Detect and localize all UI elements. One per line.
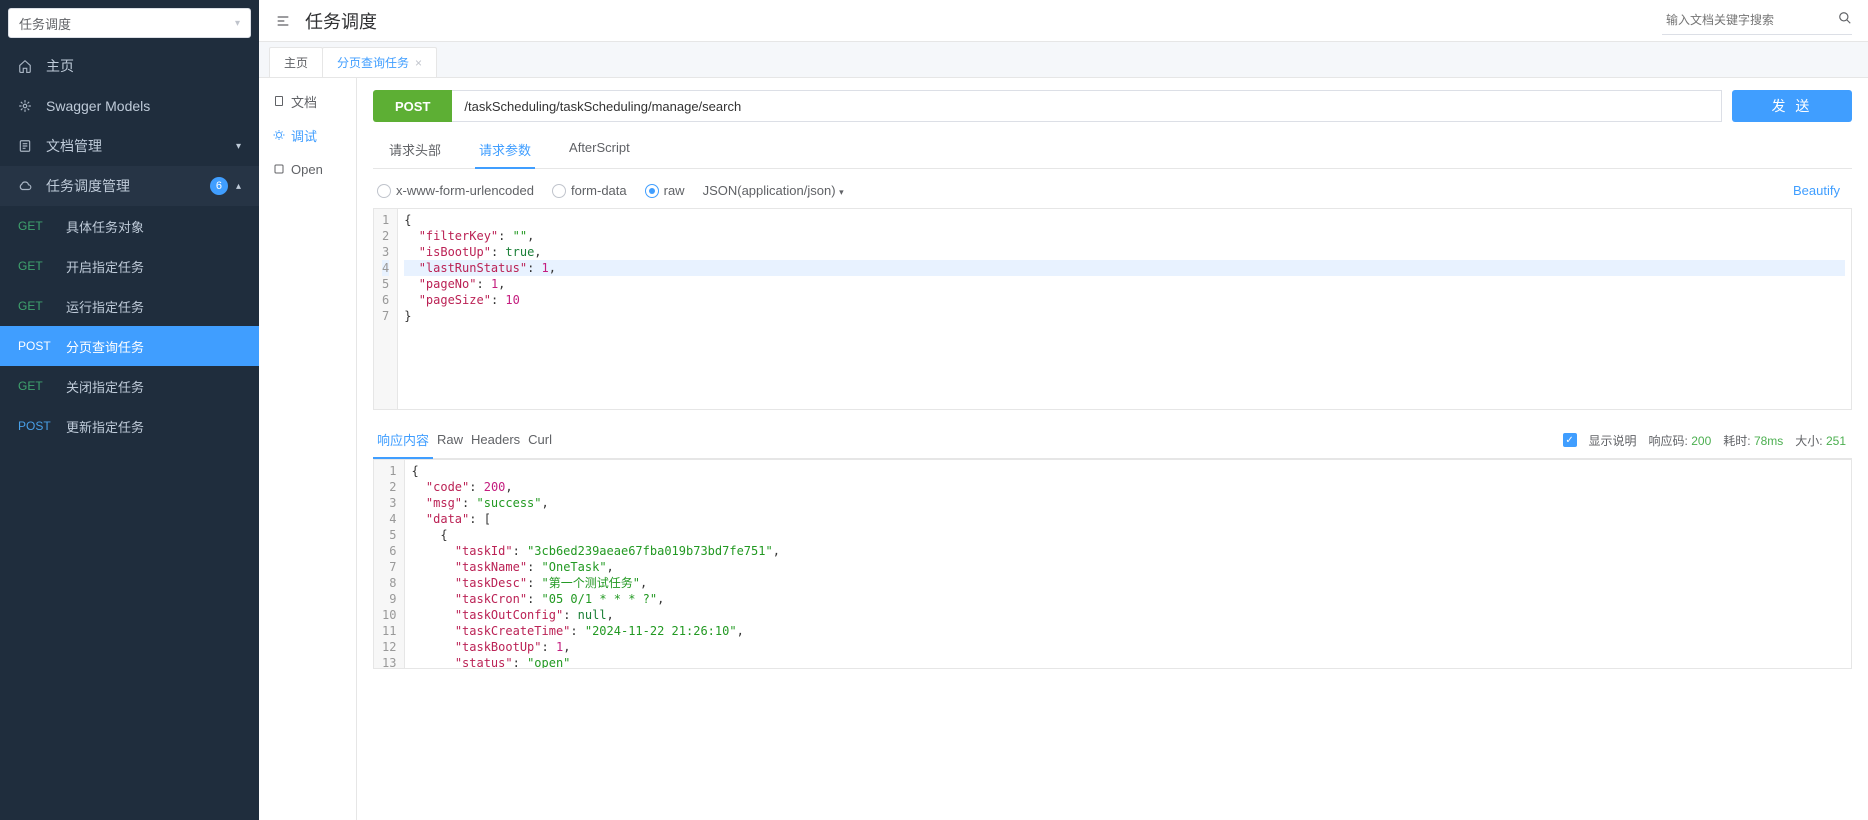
resp-time-label: 耗时: bbox=[1723, 434, 1750, 448]
subtab-header[interactable]: 请求头部 bbox=[385, 132, 445, 169]
body-type-row: x-www-form-urlencoded form-data raw JSON… bbox=[373, 173, 1852, 208]
show-desc-label: 显示说明 bbox=[1589, 432, 1637, 449]
collapse-sidebar-icon[interactable] bbox=[275, 13, 291, 29]
left-tab-label: 文档 bbox=[291, 92, 317, 111]
method-badge: GET bbox=[18, 259, 66, 273]
chevron-down-icon: ▾ bbox=[235, 18, 240, 29]
open-icon bbox=[273, 163, 285, 175]
chevron-up-icon: ▴ bbox=[236, 181, 241, 192]
chevron-down-icon: ▾ bbox=[839, 187, 844, 197]
close-icon[interactable]: × bbox=[415, 56, 422, 70]
raw-type-select[interactable]: JSON(application/json) ▾ bbox=[703, 183, 844, 198]
endpoint-label: 开启指定任务 bbox=[66, 257, 144, 276]
endpoint-label: 分页查询任务 bbox=[66, 337, 144, 356]
search-input[interactable] bbox=[1662, 7, 1852, 35]
chevron-down-icon: ▾ bbox=[236, 141, 241, 152]
page-tab[interactable]: 分页查询任务 × bbox=[322, 47, 437, 77]
method-badge: POST bbox=[18, 339, 66, 353]
raw-type-label: JSON(application/json) bbox=[703, 183, 836, 198]
show-desc-checkbox[interactable]: ✓ bbox=[1563, 433, 1577, 447]
sidebar-item-swagger-models[interactable]: Swagger Models bbox=[0, 86, 259, 126]
count-badge: 6 bbox=[210, 177, 228, 195]
endpoint-label: 更新指定任务 bbox=[66, 417, 144, 436]
page-tabs: 主页 分页查询任务 × bbox=[259, 42, 1868, 78]
endpoint-label: 具体任务对象 bbox=[66, 217, 144, 236]
sidebar-endpoint[interactable]: POST分页查询任务 bbox=[0, 326, 259, 366]
resp-size-label: 大小: bbox=[1795, 434, 1822, 448]
left-tab-doc[interactable]: 文档 bbox=[259, 84, 356, 118]
endpoint-label: 关闭指定任务 bbox=[66, 377, 144, 396]
page-tab[interactable]: 主页 bbox=[269, 47, 323, 77]
method-badge: GET bbox=[18, 379, 66, 393]
method-badge: POST bbox=[18, 419, 66, 433]
home-icon bbox=[18, 59, 36, 73]
radio-xform[interactable]: x-www-form-urlencoded bbox=[377, 183, 534, 198]
sidebar-endpoint[interactable]: POST更新指定任务 bbox=[0, 406, 259, 446]
page-title: 任务调度 bbox=[305, 8, 1648, 34]
resp-tab-headers[interactable]: Headers bbox=[467, 424, 524, 457]
left-tab-debug[interactable]: 调试 bbox=[259, 118, 356, 152]
main-panel: 任务调度 主页 分页查询任务 × 文档 bbox=[259, 0, 1868, 820]
radio-label: raw bbox=[664, 183, 685, 198]
topbar: 任务调度 bbox=[259, 0, 1868, 42]
sidebar-endpoint[interactable]: GET开启指定任务 bbox=[0, 246, 259, 286]
sidebar-endpoint[interactable]: GET关闭指定任务 bbox=[0, 366, 259, 406]
url-input[interactable]: /taskScheduling/taskScheduling/manage/se… bbox=[452, 90, 1722, 122]
send-button[interactable]: 发 送 bbox=[1732, 90, 1852, 122]
request-body-editor[interactable]: 1234567 { "filterKey": "", "isBootUp": t… bbox=[373, 208, 1852, 410]
resp-tab-curl[interactable]: Curl bbox=[524, 424, 556, 457]
response-subtabs: 响应内容 Raw Headers Curl ✓ 显示说明 响应码: 200 耗时… bbox=[373, 422, 1852, 459]
radio-raw[interactable]: raw bbox=[645, 183, 685, 198]
resp-tab-raw[interactable]: Raw bbox=[433, 424, 467, 457]
sidebar-item-task-sched-manage[interactable]: 任务调度管理 6 ▴ bbox=[0, 166, 259, 206]
request-subtabs: 请求头部 请求参数 AfterScript bbox=[373, 132, 1852, 169]
resp-code-label: 响应码: bbox=[1649, 434, 1688, 448]
sidebar-endpoint[interactable]: GET运行指定任务 bbox=[0, 286, 259, 326]
method-badge: GET bbox=[18, 299, 66, 313]
sidebar-module-label: 任务调度 bbox=[19, 14, 71, 33]
cloud-icon bbox=[18, 179, 36, 193]
subtab-params[interactable]: 请求参数 bbox=[475, 132, 535, 169]
sidebar-item-label: 任务调度管理 bbox=[46, 176, 130, 196]
sidebar-item-label: Swagger Models bbox=[46, 98, 150, 114]
endpoint-label: 运行指定任务 bbox=[66, 297, 144, 316]
sidebar: 任务调度 ▾ 主页 Swagger Models 文档管理 ▾ bbox=[0, 0, 259, 820]
sidebar-item-label: 主页 bbox=[46, 56, 74, 76]
left-tab-open[interactable]: Open bbox=[259, 152, 356, 186]
page-tab-label: 分页查询任务 bbox=[337, 54, 409, 71]
search-icon[interactable] bbox=[1838, 11, 1852, 25]
method-badge: GET bbox=[18, 219, 66, 233]
resp-size-value: 251 bbox=[1826, 434, 1846, 448]
sidebar-module-select[interactable]: 任务调度 ▾ bbox=[8, 8, 251, 38]
beautify-button[interactable]: Beautify bbox=[1793, 183, 1848, 198]
radio-formdata[interactable]: form-data bbox=[552, 183, 627, 198]
sidebar-item-home[interactable]: 主页 bbox=[0, 46, 259, 86]
response-body-editor[interactable]: 12345678910111213141516 { "code": 200, "… bbox=[373, 459, 1852, 669]
sidebar-item-label: 文档管理 bbox=[46, 136, 102, 156]
subtab-afterscript[interactable]: AfterScript bbox=[565, 132, 634, 169]
resp-code-value: 200 bbox=[1691, 434, 1711, 448]
sidebar-item-doc-manage[interactable]: 文档管理 ▾ bbox=[0, 126, 259, 166]
bug-icon bbox=[273, 129, 285, 141]
models-icon bbox=[18, 99, 36, 113]
sidebar-endpoint[interactable]: GET具体任务对象 bbox=[0, 206, 259, 246]
left-tab-label: 调试 bbox=[291, 126, 317, 145]
method-pill[interactable]: POST bbox=[373, 90, 452, 122]
document-icon bbox=[18, 139, 36, 153]
request-row: POST /taskScheduling/taskScheduling/mana… bbox=[373, 90, 1852, 122]
document-icon bbox=[273, 95, 285, 107]
left-tabs: 文档 调试 Open bbox=[259, 78, 357, 820]
left-tab-label: Open bbox=[291, 162, 323, 177]
resp-time-value: 78ms bbox=[1754, 434, 1783, 448]
radio-label: x-www-form-urlencoded bbox=[396, 183, 534, 198]
resp-tab-content[interactable]: 响应内容 bbox=[373, 422, 433, 459]
radio-label: form-data bbox=[571, 183, 627, 198]
page-tab-label: 主页 bbox=[284, 54, 308, 71]
